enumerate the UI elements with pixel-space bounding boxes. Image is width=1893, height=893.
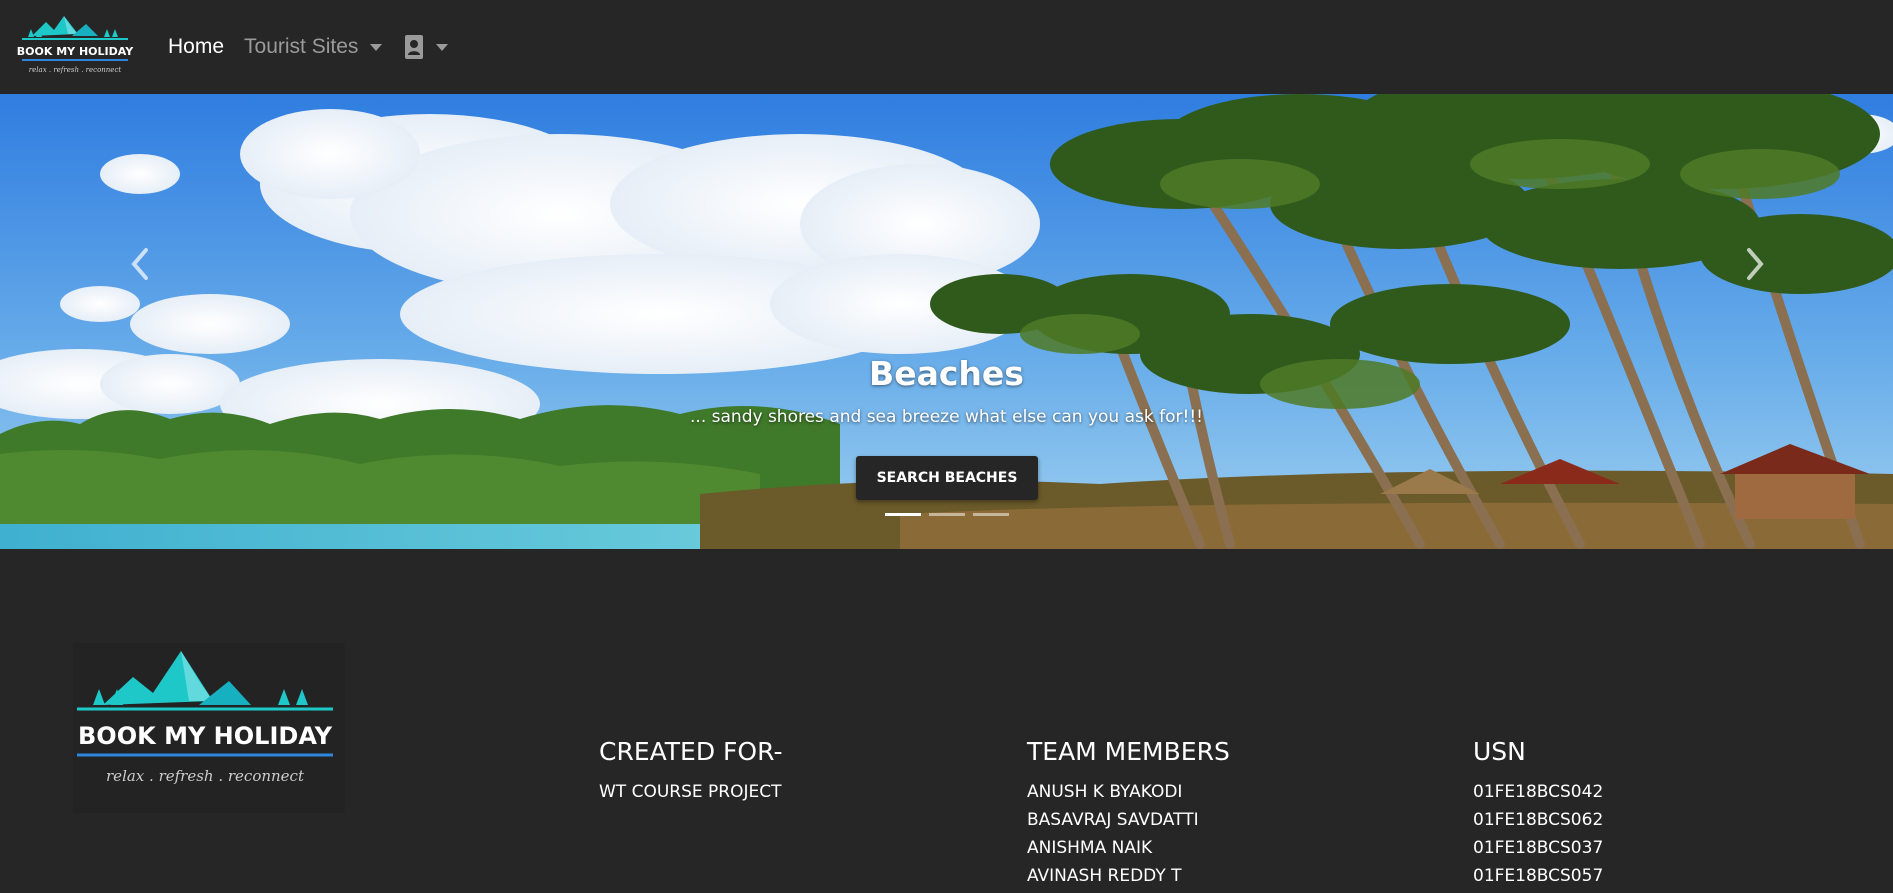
usn-value: 01FE18BCS062 [1473, 810, 1604, 830]
nav-links: Home Tourist Sites [168, 30, 449, 64]
carousel-indicator[interactable] [885, 513, 921, 516]
footer-logo-tagline: relax . refresh . reconnect [106, 767, 305, 785]
brand-logo[interactable]: BOOK MY HOLIDAY relax . refresh . reconn… [16, 10, 134, 80]
carousel-next-button[interactable] [1725, 234, 1785, 294]
usn-column: USN 01FE18BCS042 01FE18BCS062 01FE18BCS0… [1473, 737, 1603, 890]
nav-home-link[interactable]: Home [168, 35, 224, 59]
carousel-indicators [885, 513, 1017, 516]
nav-tourist-sites-dropdown[interactable]: Tourist Sites [244, 35, 383, 59]
usn-value: 01FE18BCS042 [1473, 782, 1604, 802]
logo-tagline: relax . refresh . reconnect [29, 66, 122, 74]
usn-value: 01FE18BCS037 [1473, 838, 1604, 858]
nav-tourist-sites-label: Tourist Sites [244, 35, 359, 58]
team-members-column: TEAM MEMBERS ANUSH K BYAKODI BASAVRAJ SA… [1027, 737, 1230, 890]
logo-brand-text: BOOK MY HOLIDAY [17, 45, 134, 58]
created-for-column: CREATED FOR- WT COURSE PROJECT [599, 737, 782, 806]
slide-title: Beaches [869, 354, 1024, 393]
navbar: BOOK MY HOLIDAY relax . refresh . reconn… [0, 0, 1893, 94]
footer-logo: BOOK MY HOLIDAY relax . refresh . reconn… [73, 643, 345, 813]
carousel-indicator[interactable] [973, 513, 1009, 516]
profile-dropdown[interactable] [404, 34, 449, 60]
team-member: BASAVRAJ SAVDATTI [1027, 810, 1199, 830]
team-member: ANUSH K BYAKODI [1027, 782, 1183, 802]
usn-value: 01FE18BCS057 [1473, 866, 1604, 886]
created-for-heading: CREATED FOR- [599, 737, 783, 766]
footer-logo-brand-text: BOOK MY HOLIDAY [78, 722, 333, 750]
mountain-logo-icon: BOOK MY HOLIDAY relax . refresh . reconn… [17, 16, 134, 74]
chevron-right-icon [1747, 248, 1764, 280]
usn-heading: USN [1473, 737, 1526, 766]
hero-carousel: Beaches ... sandy shores and sea breeze … [0, 94, 1893, 549]
carousel-indicator[interactable] [929, 513, 965, 516]
chevron-left-icon [131, 248, 148, 280]
team-member: AVINASH REDDY T [1027, 866, 1182, 886]
carousel-prev-button[interactable] [110, 234, 170, 294]
search-beaches-button[interactable]: SEARCH BEACHES [856, 456, 1038, 500]
carousel-caption: Beaches ... sandy shores and sea breeze … [0, 354, 1893, 427]
team-members-heading: TEAM MEMBERS [1027, 737, 1230, 766]
created-for-value: WT COURSE PROJECT [599, 782, 782, 802]
contact-card-icon [405, 35, 424, 59]
chevron-down-icon [436, 43, 449, 51]
mountain-logo-icon: BOOK MY HOLIDAY relax . refresh . reconn… [77, 651, 333, 785]
chevron-down-icon [370, 43, 383, 51]
team-member: ANISHMA NAIK [1027, 838, 1153, 858]
slide-subtitle: ... sandy shores and sea breeze what els… [690, 407, 1203, 427]
